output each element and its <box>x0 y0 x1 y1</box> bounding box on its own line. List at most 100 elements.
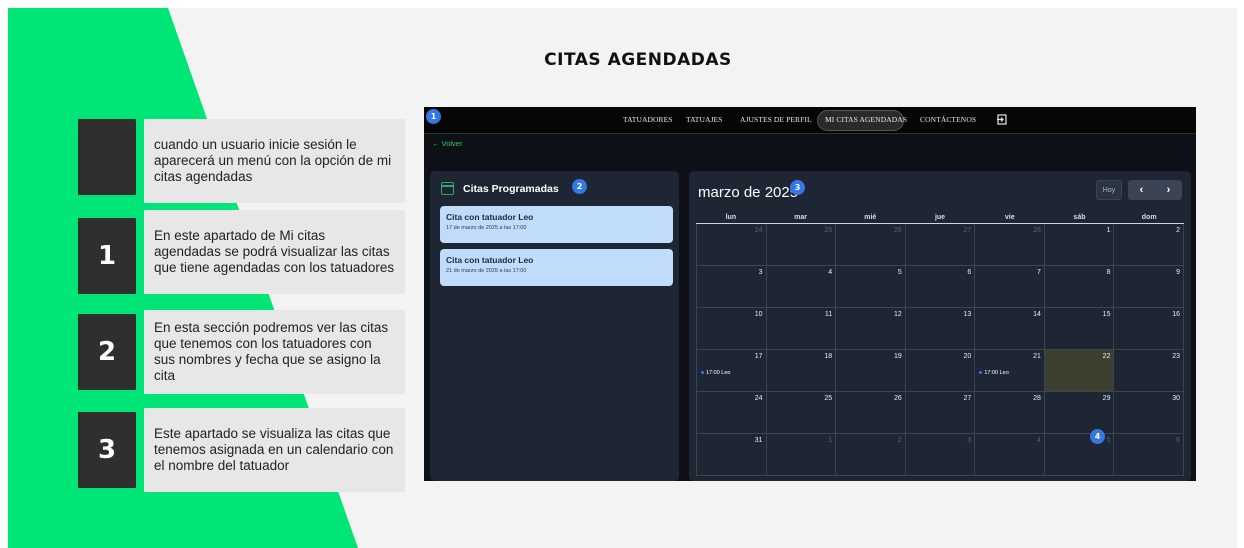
event-dot-icon <box>701 371 704 375</box>
calendar-day[interactable]: 10 <box>696 308 767 349</box>
calendar-week-row: 31 1 2 3 4 5 6 <box>696 434 1185 476</box>
calendar-day[interactable]: 11 <box>767 308 837 349</box>
step-intro: cuando un usuario inicie sesión le apare… <box>78 119 405 203</box>
calendar-day[interactable]: 7 <box>975 266 1045 307</box>
weekday-header: lun mar mié jue vie sáb dom <box>696 212 1184 224</box>
calendar-day-number: 3 <box>967 437 972 444</box>
page-title: CITAS AGENDADAS <box>544 50 732 70</box>
calendar-day-number: 18 <box>824 353 833 360</box>
calendar-day[interactable]: 6 <box>1114 434 1185 475</box>
calendar-day-number: 6 <box>1176 437 1181 444</box>
calendar-day[interactable]: 19 <box>836 350 906 391</box>
calendar-day[interactable]: 27 <box>906 392 976 433</box>
calendar-day-number: 8 <box>1106 269 1111 276</box>
calendar-day-number: 28 <box>1033 395 1041 402</box>
calendar-day-number: 26 <box>893 227 902 234</box>
calendar-day[interactable]: 30 <box>1114 392 1185 433</box>
calendar-day-number: 16 <box>1172 311 1181 318</box>
calendar-day[interactable]: 1 <box>767 434 837 475</box>
calendar-day[interactable]: 9 <box>1114 266 1185 307</box>
calendar-day-today[interactable]: 22 <box>1044 350 1115 391</box>
calendar-day-number: 3 <box>758 269 763 276</box>
calendar-day[interactable]: 8 <box>1045 266 1115 307</box>
back-label: Volver <box>441 139 463 148</box>
calendar-day[interactable]: 25 <box>767 392 837 433</box>
calendar-day[interactable]: 16 <box>1114 308 1185 349</box>
calendar-day[interactable]: 4 <box>767 266 837 307</box>
calendar-event[interactable]: 17:00 Leo <box>701 370 730 376</box>
weekday-label: dom <box>1141 214 1157 221</box>
calendar-day[interactable]: 4 <box>975 434 1045 475</box>
calendar-day[interactable]: 18 <box>767 350 837 391</box>
calendar-day[interactable]: 20 <box>906 350 976 391</box>
calendar-day[interactable]: 23 <box>1114 350 1185 391</box>
calendar-day-number: 11 <box>824 311 833 318</box>
calendar-day-number: 23 <box>1172 353 1181 360</box>
back-link[interactable]: ← Volver <box>432 139 462 148</box>
chevron-left-icon[interactable]: ‹ <box>1128 180 1155 200</box>
calendar-day-number: 25 <box>824 227 833 234</box>
calendar-day[interactable]: 1 <box>1045 224 1115 265</box>
weekday-label: sáb <box>1073 214 1086 221</box>
calendar-day[interactable]: 15 <box>1045 308 1115 349</box>
calendar-week-row: 24 25 26 27 28 1 2 <box>696 224 1185 266</box>
calendar-week-row: 3 4 5 6 7 8 9 <box>696 266 1185 308</box>
calendar-day[interactable]: 3 <box>696 266 767 307</box>
calendar-day-number: 2 <box>1176 227 1181 234</box>
calendar-day[interactable]: 24 <box>696 392 767 433</box>
nav-item-ajustes-perfil[interactable]: AJUSTES DE PERFIL <box>740 115 812 124</box>
nav-item-tatuajes[interactable]: TATUAJES <box>686 115 722 124</box>
calendar-day[interactable]: 31 <box>696 434 767 475</box>
calendar-day[interactable]: 2 <box>1114 224 1185 265</box>
appointments-panel: Citas Programadas 2 Cita con tatuador Le… <box>430 171 679 481</box>
calendar-day[interactable]: 6 <box>906 266 976 307</box>
calendar-day[interactable]: 26 <box>836 224 906 265</box>
weekday-label: mié <box>864 214 877 221</box>
annotation-badge-2: 2 <box>572 179 587 194</box>
step-1: 1 En este apartado de Mi citas agendadas… <box>78 210 405 294</box>
calendar-day[interactable]: 14 <box>975 308 1045 349</box>
slide: CITAS AGENDADAS cuando un usuario inicie… <box>8 8 1237 548</box>
appointment-card[interactable]: Cita con tatuador Leo 21 de marzo de 202… <box>440 249 673 286</box>
calendar-day-number: 9 <box>1176 269 1181 276</box>
calendar-day[interactable]: 25 <box>767 224 837 265</box>
calendar-week-row: 17 17:00 Leo 18 19 20 21 17:00 Leo 22 23 <box>696 350 1185 392</box>
calendar-event-label: 17:00 Leo <box>706 370 731 376</box>
calendar-day-number: 22 <box>1102 353 1111 360</box>
calendar-day[interactable]: 24 <box>696 224 767 265</box>
calendar-day-number: 5 <box>1106 437 1111 444</box>
calendar-day[interactable]: 27 <box>906 224 976 265</box>
nav-item-mis-citas[interactable]: MI CITAS AGENDADAS <box>825 115 907 124</box>
calendar-day[interactable]: 2 <box>836 434 906 475</box>
calendar-grid: lun mar mié jue vie sáb dom 24 25 26 27 28 1 2 3 4 5 6 7 8… <box>696 212 1185 476</box>
arrow-left-icon: ← <box>432 139 440 148</box>
annotation-badge-3: 3 <box>790 180 805 195</box>
nav-item-contactenos[interactable]: CONTÁCTENOS <box>920 115 976 124</box>
calendar-day[interactable]: 21 17:00 Leo <box>975 350 1045 391</box>
calendar-day[interactable]: 12 <box>836 308 906 349</box>
calendar-day[interactable]: 29 <box>1045 392 1115 433</box>
logout-icon[interactable] <box>997 114 1007 125</box>
chevron-right-icon[interactable]: › <box>1155 180 1182 200</box>
calendar-day-number: 24 <box>754 227 763 234</box>
calendar-day[interactable]: 17 17:00 Leo <box>696 350 767 391</box>
calendar-day-number: 15 <box>1102 311 1111 318</box>
weekday-label: vie <box>1004 214 1015 221</box>
navbar: TATUADORES TATUAJES AJUSTES DE PERFIL MI… <box>424 107 1196 134</box>
appointment-title: Cita con tatuador Leo <box>446 212 534 222</box>
calendar-day-number: 28 <box>1033 227 1041 234</box>
step-description: En esta sección podremos ver las citas q… <box>144 310 405 394</box>
step-number: 3 <box>78 412 136 488</box>
appointment-card[interactable]: Cita con tatuador Leo 17 de marzo de 202… <box>440 206 673 243</box>
nav-item-tatuadores[interactable]: TATUADORES <box>623 115 673 124</box>
weekday-label: lun <box>725 214 737 221</box>
calendar-day[interactable]: 28 <box>975 392 1045 433</box>
calendar-day[interactable]: 5 <box>836 266 906 307</box>
calendar-day[interactable]: 26 <box>836 392 906 433</box>
today-button[interactable]: Hoy <box>1096 180 1122 200</box>
calendar-day[interactable]: 13 <box>906 308 976 349</box>
calendar-event[interactable]: 17:00 Leo <box>979 370 1009 376</box>
calendar-day-number: 5 <box>897 269 902 276</box>
calendar-day[interactable]: 3 <box>906 434 976 475</box>
calendar-day[interactable]: 28 <box>975 224 1045 265</box>
